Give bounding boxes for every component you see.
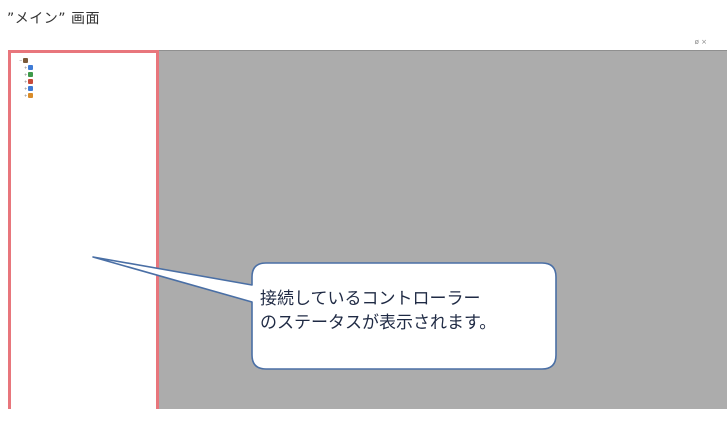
tree-item[interactable]: + (19, 64, 35, 71)
parameter-icon (28, 65, 33, 70)
panel-top-border (9, 51, 156, 53)
controller-icon (23, 58, 28, 63)
tree-item[interactable]: + (19, 71, 35, 78)
tree-item[interactable]: + (19, 85, 35, 92)
program-icon (28, 79, 33, 84)
window-controls[interactable]: ø × (695, 38, 707, 46)
callout-text: 接続しているコントローラー のステータスが表示されます。 (252, 287, 556, 335)
page-caption: ”メイン” 画面 (7, 11, 100, 27)
tree-item[interactable]: + (19, 78, 35, 85)
main-workspace[interactable] (159, 51, 727, 409)
controller-tree: − + + + + + (19, 57, 35, 99)
io-icon (28, 86, 33, 91)
monitor-icon (28, 93, 33, 98)
tree-item-root[interactable]: − (19, 57, 35, 64)
tree-item[interactable]: + (19, 92, 35, 99)
controller-tree-panel: − + + + + + (9, 51, 157, 409)
title-bar: ø × (0, 38, 727, 50)
position-icon (28, 72, 33, 77)
callout-line-2: のステータスが表示されます。 (260, 313, 497, 333)
callout-line-1: 接続しているコントローラー (260, 289, 481, 309)
